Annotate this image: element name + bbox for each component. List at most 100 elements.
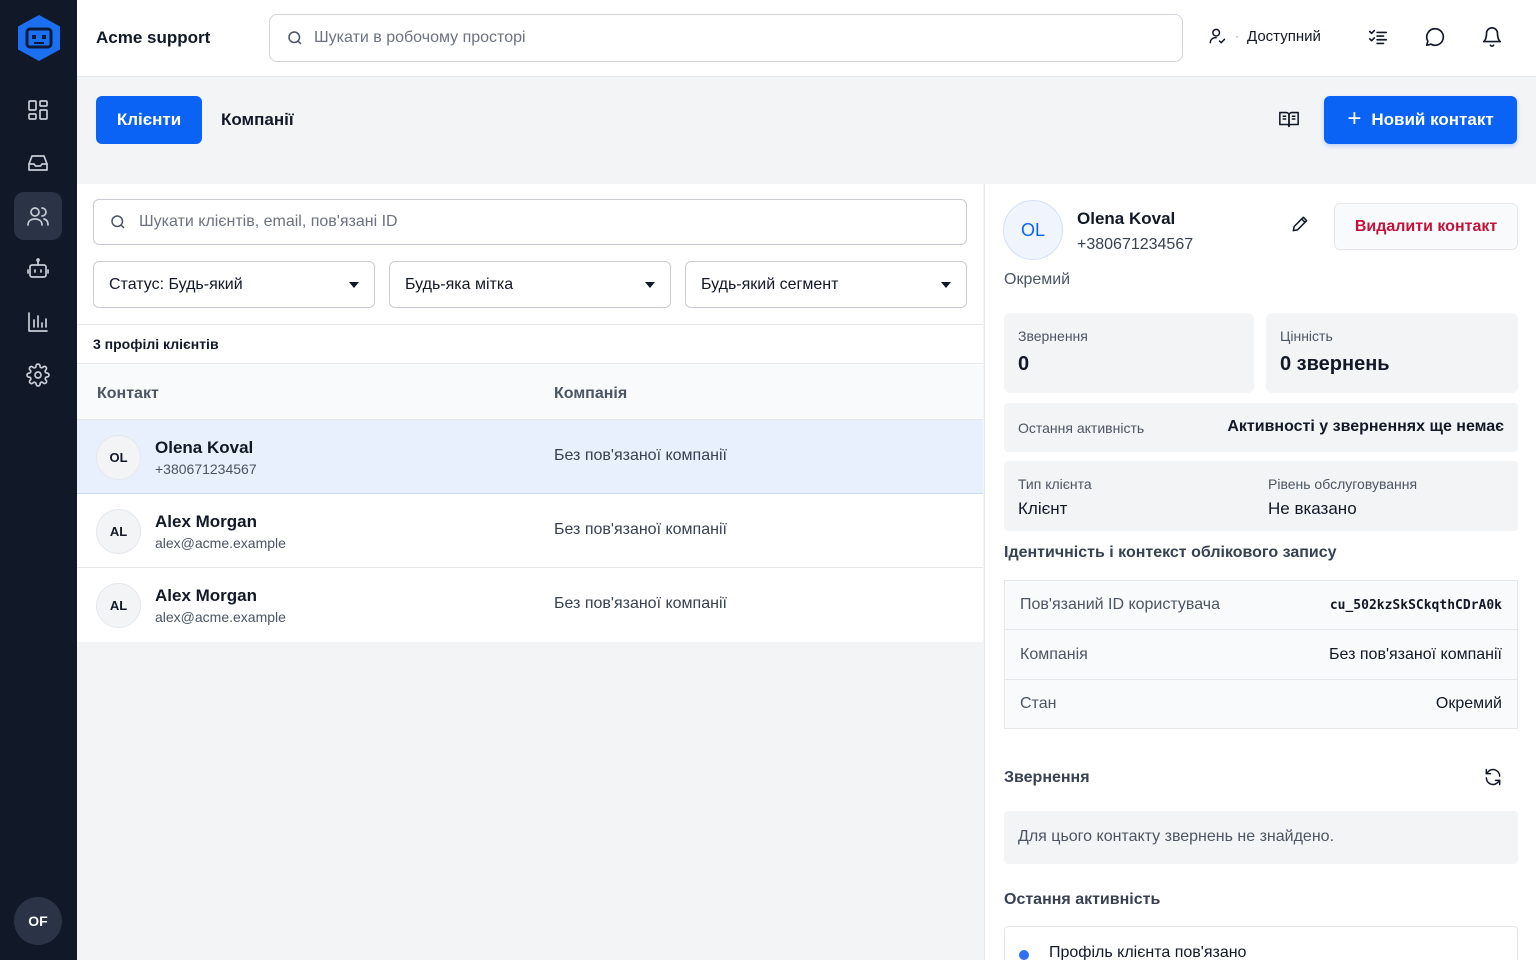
column-company: Компанія xyxy=(554,385,628,402)
identity-value[interactable]: cu_502kzSkSCkqthCDrA0k xyxy=(1330,598,1502,613)
nav-contacts[interactable] xyxy=(14,192,62,240)
chat-bubble-icon xyxy=(1425,27,1445,47)
global-search-input[interactable] xyxy=(314,29,1154,47)
notifications-button[interactable] xyxy=(1481,26,1505,50)
requests-section-title: Звернення xyxy=(1004,769,1090,786)
contact-search[interactable] xyxy=(93,199,967,245)
global-search[interactable] xyxy=(269,14,1183,62)
segment-filter-label: Будь-який сегмент xyxy=(701,275,839,293)
detail-name: Olena Koval xyxy=(1077,209,1176,228)
contact-company: Без пов'язаної компанії xyxy=(554,447,727,464)
users-icon xyxy=(27,207,49,226)
presence-label: Доступний xyxy=(1247,27,1321,45)
contact-name: Alex Morgan xyxy=(155,512,258,531)
contact-list: Статус: Будь-який Будь-яка мітка Будь-як… xyxy=(77,184,983,642)
guide-button[interactable] xyxy=(1278,108,1302,132)
nav-reports[interactable] xyxy=(14,298,62,346)
refresh-icon xyxy=(1485,768,1501,786)
presence-separator: · xyxy=(1235,29,1239,43)
detail-phone: +380671234567 xyxy=(1077,236,1194,253)
checklist-icon xyxy=(1368,29,1388,45)
delete-contact-button[interactable]: Видалити контакт xyxy=(1334,203,1518,250)
contact-detail: alex@acme.example xyxy=(155,535,286,551)
bar-chart-icon xyxy=(28,312,48,332)
gear-icon xyxy=(26,363,50,387)
avatar: OL xyxy=(96,435,141,480)
table-header: Контакт Компанія xyxy=(77,365,983,420)
caret-down-icon xyxy=(645,281,655,288)
activity-item: Профіль клієнта пов'язано xyxy=(1049,944,1247,960)
identity-key: Компанія xyxy=(1020,646,1088,663)
table-row[interactable]: AL Alex Morgan alex@acme.example Без пов… xyxy=(77,494,983,568)
identity-value: Без пов'язаної компанії xyxy=(1329,646,1502,663)
contact-list-panel: Статус: Будь-який Будь-яка мітка Будь-як… xyxy=(77,184,983,960)
requests-empty-state: Для цього контакту звернень не знайдено. xyxy=(1004,811,1518,864)
contact-name: Alex Morgan xyxy=(155,586,258,605)
app-logo-icon[interactable] xyxy=(16,14,62,62)
table-row[interactable]: OL Olena Koval +380671234567 Без пов'яза… xyxy=(77,420,983,494)
nav-bots[interactable] xyxy=(14,245,62,293)
client-type-label: Тип клієнта xyxy=(1018,476,1092,492)
table-row[interactable]: AL Alex Morgan alex@acme.example Без пов… xyxy=(77,568,983,642)
last-activity-summary: Остання активність Активності у зверненн… xyxy=(1004,403,1518,452)
new-contact-label: Новий контакт xyxy=(1371,110,1494,129)
contact-name: Olena Koval xyxy=(155,438,254,457)
refresh-requests-button[interactable] xyxy=(1483,767,1505,789)
user-avatar[interactable]: OF xyxy=(14,897,62,945)
contact-kind: Окремий xyxy=(1004,271,1071,288)
identity-row: Стан Окремий xyxy=(1005,680,1517,729)
contact-detail-panel: OL Olena Koval +380671234567 Видалити ко… xyxy=(984,184,1536,960)
identity-section-title: Ідентичність і контекст облікового запис… xyxy=(1004,544,1337,561)
app-title: Acme support xyxy=(96,28,211,47)
identity-value: Окремий xyxy=(1435,695,1502,712)
stat-value-card: Цінність 0 звернень xyxy=(1266,313,1518,393)
bell-icon xyxy=(1482,27,1502,48)
identity-table: Пов'язаний ID користувача cu_502kzSkSCkq… xyxy=(1004,580,1518,729)
column-contact: Контакт xyxy=(97,385,159,402)
contact-detail: +380671234567 xyxy=(155,461,257,477)
caret-down-icon xyxy=(349,281,359,288)
edit-contact-button[interactable] xyxy=(1290,214,1312,236)
identity-row: Пов'язаний ID користувача cu_502kzSkSCkq… xyxy=(1005,581,1517,630)
pencil-icon xyxy=(1292,216,1308,232)
stat-label: Цінність xyxy=(1280,328,1333,344)
contact-company: Без пов'язаної компанії xyxy=(554,521,727,538)
top-bar: Acme support · Доступний xyxy=(77,0,1536,77)
tab-companies[interactable]: Компанії xyxy=(221,96,294,144)
contact-search-input[interactable] xyxy=(139,213,939,231)
tasks-button[interactable] xyxy=(1367,26,1391,50)
detail-avatar: OL xyxy=(1003,200,1063,260)
contact-company: Без пов'язаної компанії xyxy=(554,595,727,612)
stat-value: 0 xyxy=(1018,353,1030,375)
chat-button[interactable] xyxy=(1424,26,1448,50)
dashboard-icon xyxy=(28,100,48,120)
inbox-icon xyxy=(28,155,48,171)
caret-down-icon xyxy=(941,281,951,288)
stat-value: 0 звернень xyxy=(1280,353,1390,375)
profile-count: 3 профілі клієнтів xyxy=(77,324,983,364)
status-filter[interactable]: Статус: Будь-який xyxy=(93,261,375,308)
identity-key: Пов'язаний ID користувача xyxy=(1020,596,1220,613)
app-rail: OF xyxy=(0,0,77,960)
tab-clients[interactable]: Клієнти xyxy=(96,96,202,144)
service-level-label: Рівень обслуговування xyxy=(1268,476,1418,492)
identity-row: Компанія Без пов'язаної компанії xyxy=(1005,631,1517,680)
search-icon xyxy=(288,31,302,45)
segment-filter[interactable]: Будь-який сегмент xyxy=(685,261,967,308)
avatar: AL xyxy=(96,583,141,628)
last-activity-value: Активності у зверненнях ще немає xyxy=(1227,418,1504,435)
nav-inbox[interactable] xyxy=(14,139,62,187)
stat-requests: Звернення 0 xyxy=(1004,313,1254,393)
identity-key: Стан xyxy=(1020,695,1057,712)
avatar: AL xyxy=(96,509,141,554)
user-status-icon xyxy=(1209,28,1226,44)
service-level-value: Не вказано xyxy=(1268,499,1357,518)
new-contact-button[interactable]: + Новий контакт xyxy=(1324,96,1517,144)
nav-dashboard[interactable] xyxy=(14,86,62,134)
activity-timeline: Профіль клієнта пов'язано xyxy=(1004,926,1518,960)
search-icon xyxy=(111,215,125,229)
nav-settings[interactable] xyxy=(14,351,62,399)
tag-filter[interactable]: Будь-яка мітка xyxy=(389,261,671,308)
stat-label: Звернення xyxy=(1018,328,1088,344)
presence-status[interactable]: · Доступний xyxy=(1207,26,1321,46)
